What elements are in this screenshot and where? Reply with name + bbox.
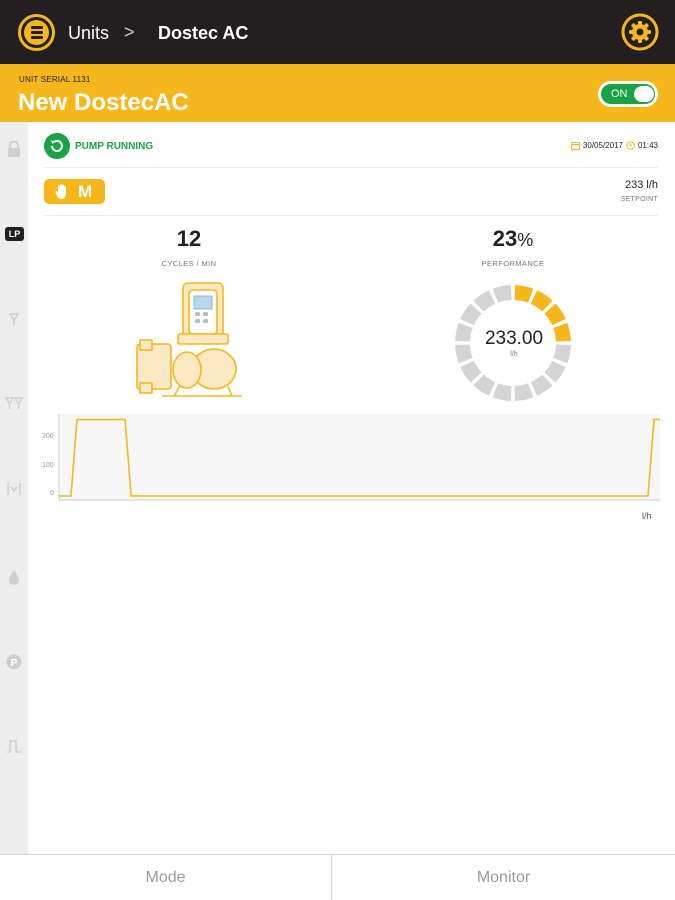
chart-unit-label: l/h <box>642 511 652 521</box>
pulse-icon[interactable] <box>4 737 24 755</box>
flow-chart <box>58 414 660 501</box>
app-root: Units > Dostec AC UNIT SERIAL 1131 New D… <box>0 0 675 900</box>
chart-y-tick-200: 200 <box>42 433 54 440</box>
drop-icon[interactable] <box>4 568 24 586</box>
parking-icon[interactable]: P <box>4 653 24 671</box>
chart-y-tick-0: 0 <box>50 490 54 497</box>
bottom-tab-bar: Mode Monitor <box>0 854 675 900</box>
svg-text:P: P <box>11 658 18 669</box>
chart-area <box>59 414 660 500</box>
tab-monitor[interactable]: Monitor <box>332 855 675 900</box>
tab-mode[interactable]: Mode <box>0 855 332 900</box>
chart-y-tick-100: 100 <box>42 462 54 469</box>
